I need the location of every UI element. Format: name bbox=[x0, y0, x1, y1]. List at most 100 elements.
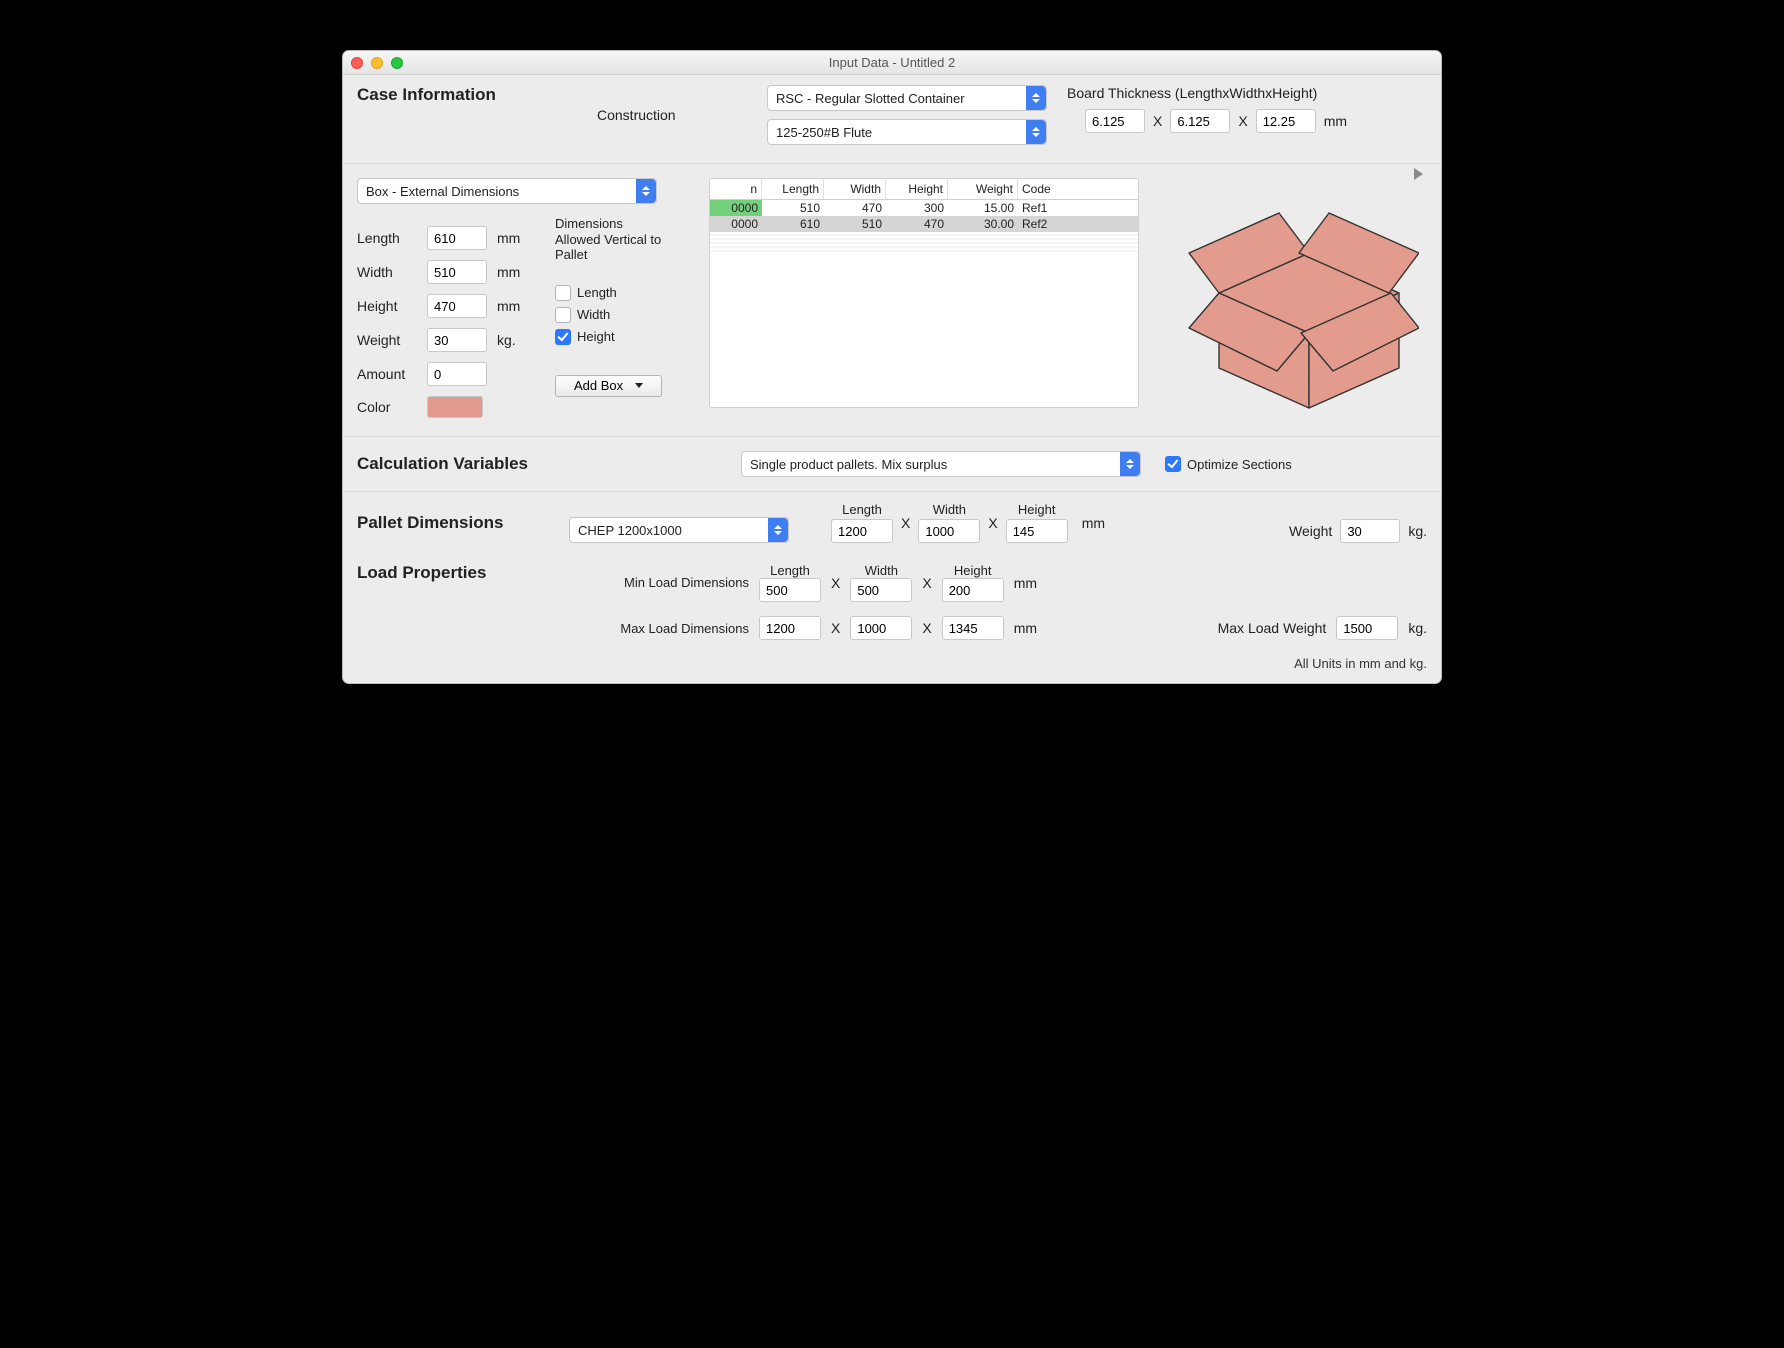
construction-value: RSC - Regular Slotted Container bbox=[776, 91, 965, 106]
box-dimensions-select[interactable]: Box - External Dimensions bbox=[357, 178, 657, 204]
cell-length: 610 bbox=[762, 216, 824, 232]
case-info-section: Case Information Construction RSC - Regu… bbox=[357, 85, 1427, 163]
bt-height-input[interactable] bbox=[1256, 109, 1316, 133]
chk-width-label: Width bbox=[577, 307, 610, 322]
load-properties-section: Load Properties Min Load Dimensions Leng… bbox=[357, 553, 1427, 646]
window: Input Data - Untitled 2 Case Information… bbox=[342, 50, 1442, 684]
th-length: Length bbox=[762, 179, 824, 199]
color-label: Color bbox=[357, 399, 427, 415]
unit-kg: kg. bbox=[1408, 620, 1427, 636]
th-n: n bbox=[710, 179, 762, 199]
box-amount-input[interactable] bbox=[427, 362, 487, 386]
min-length-input[interactable] bbox=[759, 578, 821, 602]
cell-height: 300 bbox=[886, 200, 948, 216]
min-load-label: Min Load Dimensions bbox=[569, 575, 749, 590]
dims-allowed-heading: Dimensions Allowed Vertical to Pallet bbox=[555, 216, 665, 263]
box-left-column: Box - External Dimensions Length mm Widt… bbox=[357, 178, 697, 418]
chk-optimize-sections[interactable] bbox=[1165, 456, 1181, 472]
x-label: X bbox=[1153, 113, 1162, 129]
pallet-weight-input[interactable] bbox=[1340, 519, 1400, 543]
cell-height: 470 bbox=[886, 216, 948, 232]
unit-mm: mm bbox=[497, 230, 537, 246]
th-height: Height bbox=[886, 179, 948, 199]
unit-mm: mm bbox=[1014, 620, 1037, 636]
max-load-weight-input[interactable] bbox=[1336, 616, 1398, 640]
max-width-input[interactable] bbox=[850, 616, 912, 640]
x-label: X bbox=[922, 575, 931, 591]
expand-arrow-icon[interactable] bbox=[1414, 168, 1423, 180]
cell-code: Ref2 bbox=[1018, 216, 1078, 232]
pallet-weight-label: Weight bbox=[1289, 523, 1332, 539]
cell-weight: 15.00 bbox=[948, 200, 1018, 216]
chk-height[interactable] bbox=[555, 329, 571, 345]
box-height-input[interactable] bbox=[427, 294, 487, 318]
units-note: All Units in mm and kg. bbox=[357, 646, 1427, 671]
cell-width: 510 bbox=[824, 216, 886, 232]
box-dimensions-value: Box - External Dimensions bbox=[366, 184, 519, 199]
optimize-label: Optimize Sections bbox=[1187, 457, 1292, 472]
board-thickness-label: Board Thickness (LengthxWidthxHeight) bbox=[1067, 85, 1317, 101]
flute-select[interactable]: 125-250#B Flute bbox=[767, 119, 1047, 145]
chk-height-label: Height bbox=[577, 329, 615, 344]
chevron-up-down-icon bbox=[1120, 452, 1140, 476]
th-code: Code bbox=[1018, 179, 1078, 199]
box-weight-input[interactable] bbox=[427, 328, 487, 352]
bt-width-input[interactable] bbox=[1170, 109, 1230, 133]
pallet-width-hdr: Width bbox=[933, 502, 966, 517]
chk-width[interactable] bbox=[555, 307, 571, 323]
load-rows: Min Load Dimensions Length X Width X Hei… bbox=[569, 563, 1427, 640]
box-table[interactable]: n Length Width Height Weight Code 0000 5… bbox=[709, 178, 1139, 408]
pallet-heading: Pallet Dimensions bbox=[357, 513, 557, 533]
min-height-input[interactable] bbox=[942, 578, 1004, 602]
pallet-height-input[interactable] bbox=[1006, 519, 1068, 543]
load-length-hdr: Length bbox=[770, 563, 810, 578]
pallet-length-input[interactable] bbox=[831, 519, 893, 543]
add-box-button[interactable]: Add Box bbox=[555, 375, 662, 397]
pallet-weight-group: Weight kg. bbox=[1117, 519, 1427, 543]
load-height-hdr: Height bbox=[954, 563, 992, 578]
calc-mode-select[interactable]: Single product pallets. Mix surplus bbox=[741, 451, 1141, 477]
calc-heading: Calculation Variables bbox=[357, 454, 717, 474]
min-width-input[interactable] bbox=[850, 578, 912, 602]
dims-allowed-col: Dimensions Allowed Vertical to Pallet Le… bbox=[555, 216, 665, 418]
box-width-input[interactable] bbox=[427, 260, 487, 284]
pallet-type-select[interactable]: CHEP 1200x1000 bbox=[569, 517, 789, 543]
pallet-length-hdr: Length bbox=[842, 502, 882, 517]
pallet-section: Pallet Dimensions CHEP 1200x1000 Length … bbox=[357, 492, 1427, 553]
unit-mm: mm bbox=[497, 264, 537, 280]
load-width-hdr: Width bbox=[865, 563, 898, 578]
cell-weight: 30.00 bbox=[948, 216, 1018, 232]
x-label: X bbox=[831, 575, 840, 591]
unit-mm: mm bbox=[497, 298, 537, 314]
box-length-input[interactable] bbox=[427, 226, 487, 250]
chk-length[interactable] bbox=[555, 285, 571, 301]
cell-length: 510 bbox=[762, 200, 824, 216]
construction-select[interactable]: RSC - Regular Slotted Container bbox=[767, 85, 1047, 111]
box-section: Box - External Dimensions Length mm Widt… bbox=[357, 164, 1427, 436]
height-label: Height bbox=[357, 298, 427, 314]
bt-length-input[interactable] bbox=[1085, 109, 1145, 133]
max-height-input[interactable] bbox=[942, 616, 1004, 640]
unit-mm: mm bbox=[1014, 575, 1037, 591]
unit-kg: kg. bbox=[497, 332, 537, 348]
table-row[interactable]: 0000 510 470 300 15.00 Ref1 bbox=[710, 200, 1138, 216]
chevron-up-down-icon bbox=[1026, 86, 1046, 110]
box-color-swatch[interactable] bbox=[427, 396, 483, 418]
x-label: X bbox=[1238, 113, 1247, 129]
width-label: Width bbox=[357, 264, 427, 280]
chevron-up-down-icon bbox=[1026, 120, 1046, 144]
pallet-dims-inputs: Length X Width X Height mm bbox=[831, 502, 1105, 543]
unit-mm: mm bbox=[1324, 113, 1347, 129]
max-length-input[interactable] bbox=[759, 616, 821, 640]
pallet-width-input[interactable] bbox=[918, 519, 980, 543]
calc-variables-section: Calculation Variables Single product pal… bbox=[357, 437, 1427, 483]
construction-label: Construction bbox=[597, 107, 747, 123]
x-label: X bbox=[922, 620, 931, 636]
flute-value: 125-250#B Flute bbox=[776, 125, 872, 140]
table-row-empty bbox=[710, 252, 1138, 254]
content: Case Information Construction RSC - Regu… bbox=[343, 75, 1441, 683]
cell-n: 0000 bbox=[710, 200, 762, 216]
table-row[interactable]: 0000 610 510 470 30.00 Ref2 bbox=[710, 216, 1138, 232]
chevron-up-down-icon bbox=[636, 179, 656, 203]
window-title: Input Data - Untitled 2 bbox=[343, 55, 1441, 70]
